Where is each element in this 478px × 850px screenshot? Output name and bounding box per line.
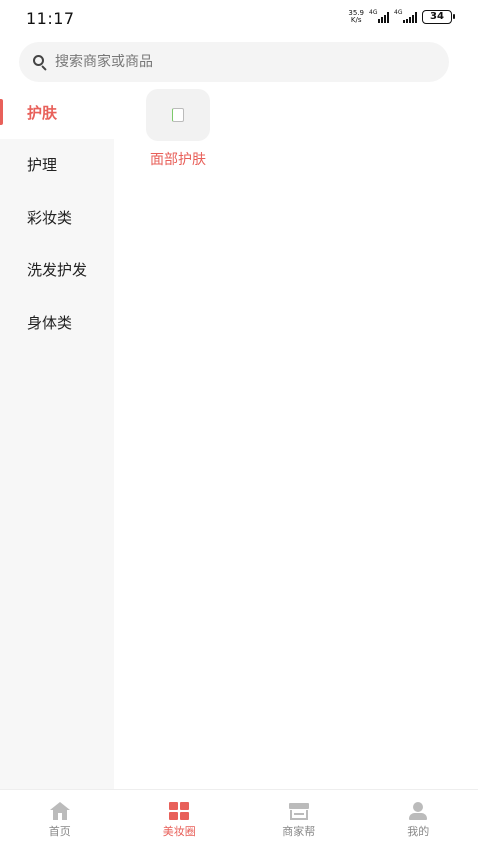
tab-merchant[interactable]: 商家帮 — [239, 790, 359, 850]
tab-label: 我的 — [407, 825, 430, 838]
battery-icon: 34 — [422, 10, 455, 24]
search-bar[interactable] — [19, 42, 449, 82]
status-indicators: 35.9 K/s 4G 4G 34 — [348, 9, 455, 24]
search-input[interactable] — [55, 54, 415, 70]
sidebar-item-body[interactable]: 身体类 — [0, 296, 114, 349]
sidebar-item-label: 护理 — [27, 156, 58, 175]
search-icon — [31, 53, 49, 71]
sidebar-item-label: 身体类 — [27, 313, 73, 332]
sidebar-item-skincare[interactable]: 护肤 — [0, 86, 114, 139]
user-icon — [407, 802, 429, 820]
network-speed: 35.9 K/s — [348, 10, 364, 24]
tab-beauty-circle[interactable]: 美妆圈 — [120, 790, 240, 850]
status-time: 11:17 — [26, 9, 75, 28]
sidebar-item-haircare[interactable]: 洗发护发 — [0, 244, 114, 297]
category-sidebar: 护肤 护理 彩妆类 洗发护发 身体类 — [0, 86, 114, 789]
tab-label: 首页 — [48, 825, 71, 838]
tab-label: 美妆圈 — [162, 825, 196, 838]
sidebar-item-label: 彩妆类 — [27, 208, 73, 227]
grid-icon — [169, 802, 190, 820]
bottom-tab-bar: 首页 美妆圈 商家帮 我的 — [0, 789, 478, 850]
tab-home[interactable]: 首页 — [0, 790, 120, 850]
shop-icon — [288, 802, 310, 820]
tab-profile[interactable]: 我的 — [359, 790, 478, 850]
home-icon — [49, 802, 71, 820]
status-bar: 11:17 35.9 K/s 4G 4G 34 — [0, 0, 478, 38]
category-content: 面部护肤 — [114, 86, 478, 789]
sidebar-item-makeup[interactable]: 彩妆类 — [0, 191, 114, 244]
network-speed-unit: K/s — [350, 16, 362, 24]
tab-label: 商家帮 — [282, 825, 316, 838]
product-thumbnail-icon — [172, 108, 184, 122]
active-indicator — [0, 99, 3, 125]
sidebar-item-label: 洗发护发 — [27, 261, 88, 280]
subcategory-card[interactable]: 面部护肤 — [143, 89, 213, 169]
signal-icon: 4G — [369, 9, 389, 23]
signal-tag: 4G — [394, 9, 403, 16]
signal-tag: 4G — [369, 9, 378, 16]
signal-icon: 4G — [394, 9, 417, 23]
sidebar-item-care[interactable]: 护理 — [0, 139, 114, 192]
sidebar-item-label: 护肤 — [27, 103, 58, 122]
subcategory-thumbnail — [146, 89, 210, 141]
subcategory-label: 面部护肤 — [150, 152, 206, 168]
